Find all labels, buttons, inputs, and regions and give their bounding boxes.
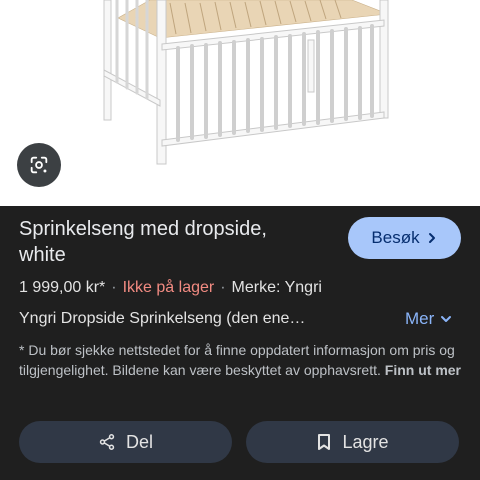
more-button-label: Mer <box>405 309 435 328</box>
stock-status: Ikke på lager <box>122 279 215 296</box>
share-button[interactable]: Del <box>19 421 232 463</box>
save-button-label: Lagre <box>342 431 389 452</box>
share-icon <box>98 433 116 451</box>
chevron-down-icon <box>440 313 452 325</box>
product-image[interactable] <box>0 0 480 206</box>
lens-button[interactable] <box>17 143 61 187</box>
brand: Merke: Yngri <box>231 279 322 296</box>
price: 1 999,00 kr* <box>19 279 106 296</box>
lens-icon <box>28 154 50 176</box>
more-button[interactable]: Mer <box>405 308 452 330</box>
visit-button[interactable]: Besøk <box>348 217 461 259</box>
separator: · <box>111 279 117 296</box>
product-meta: 1 999,00 kr* · Ikke på lager · Merke: Yngri <box>19 277 322 299</box>
visit-button-label: Besøk <box>371 228 420 247</box>
learn-more-link[interactable]: Finn ut mer <box>385 362 461 378</box>
separator: · <box>220 279 226 296</box>
product-description: Yngri Dropside Sprinkelseng (den ene… <box>19 310 306 327</box>
share-button-label: Del <box>125 431 153 452</box>
chevron-right-icon <box>426 232 438 244</box>
product-title: Sprinkelseng med dropside, white <box>19 218 267 266</box>
save-button[interactable]: Lagre <box>246 421 459 463</box>
disclaimer: * Du bør sjekke nettstedet for å finne o… <box>19 340 464 380</box>
crib-image <box>103 0 389 165</box>
bookmark-icon <box>316 433 332 451</box>
